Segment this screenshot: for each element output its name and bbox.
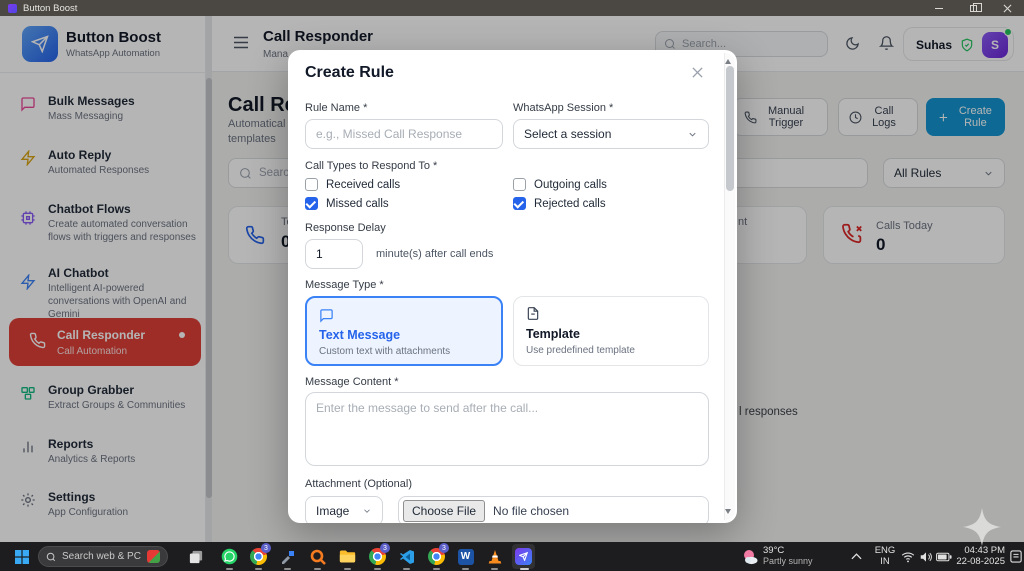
weather-icon[interactable] bbox=[740, 547, 759, 566]
start-button[interactable] bbox=[12, 547, 31, 566]
checkbox-missed-calls[interactable]: Missed calls bbox=[305, 197, 389, 210]
message-content-textarea[interactable] bbox=[305, 392, 709, 466]
rule-name-input[interactable] bbox=[305, 119, 503, 149]
notification-badge: 3 bbox=[439, 543, 449, 553]
window-title: Button Boost bbox=[23, 3, 77, 14]
checkbox-rejected-calls[interactable]: Rejected calls bbox=[513, 197, 606, 210]
file-status: No file chosen bbox=[493, 504, 569, 518]
response-delay-label: Response Delay bbox=[305, 222, 386, 234]
modal-scrollbar-thumb[interactable] bbox=[726, 66, 734, 191]
taskbar-button-boost[interactable] bbox=[514, 547, 533, 566]
whatsapp-icon bbox=[221, 548, 238, 565]
task-view-button[interactable] bbox=[186, 547, 205, 566]
notification-badge: 3 bbox=[261, 543, 271, 553]
session-label: WhatsApp Session * bbox=[513, 102, 613, 114]
checkbox-icon[interactable] bbox=[305, 197, 318, 210]
volume-indicator[interactable] bbox=[916, 547, 935, 566]
checkbox-icon[interactable] bbox=[513, 178, 526, 191]
partly-sunny-icon bbox=[741, 548, 759, 566]
tool-icon bbox=[280, 549, 296, 565]
close-icon bbox=[1003, 4, 1012, 13]
close-icon bbox=[691, 66, 704, 79]
notification-center-button[interactable] bbox=[1006, 547, 1024, 566]
taskbar-vscode[interactable] bbox=[397, 547, 416, 566]
taskbar-word[interactable]: W bbox=[456, 547, 475, 566]
taskbar-vlc[interactable] bbox=[485, 547, 504, 566]
message-type-label: Message Type * bbox=[305, 279, 384, 291]
chevron-up-icon bbox=[851, 553, 862, 560]
checkbox-icon[interactable] bbox=[513, 197, 526, 210]
language-indicator[interactable]: ENG bbox=[872, 545, 898, 556]
rule-name-label: Rule Name * bbox=[305, 102, 367, 114]
taskbar-orange-app[interactable] bbox=[308, 547, 327, 566]
orange-magnifier-icon bbox=[310, 549, 326, 565]
vscode-icon bbox=[399, 549, 415, 565]
wifi-indicator[interactable] bbox=[898, 547, 917, 566]
call-types-label: Call Types to Respond To * bbox=[305, 160, 437, 172]
windows-logo-icon bbox=[15, 550, 29, 564]
taskbar-tool-app[interactable] bbox=[278, 547, 297, 566]
checkbox-received-calls[interactable]: Received calls bbox=[305, 178, 400, 191]
session-select[interactable]: Select a session bbox=[513, 119, 709, 149]
response-delay-input[interactable] bbox=[305, 239, 363, 269]
message-content-label: Message Content * bbox=[305, 376, 399, 388]
taskbar: Search web & PC 3 3 3 W 39°C Partly sunn… bbox=[0, 542, 1024, 571]
task-view-icon bbox=[189, 550, 203, 564]
minimize-button[interactable] bbox=[922, 0, 956, 16]
taskbar-chrome-1[interactable]: 3 bbox=[249, 547, 268, 566]
taskbar-whatsapp-icon[interactable] bbox=[220, 547, 239, 566]
scroll-down-arrow[interactable] bbox=[725, 509, 731, 514]
app-window: Button Boost WhatsApp Automation Bulk Me… bbox=[0, 16, 1024, 542]
file-text-icon bbox=[526, 306, 540, 321]
attachment-label: Attachment (Optional) bbox=[305, 478, 412, 490]
choose-file-button[interactable]: Choose File bbox=[403, 500, 485, 522]
scroll-up-arrow[interactable] bbox=[725, 59, 731, 64]
modal-title: Create Rule bbox=[305, 64, 394, 82]
speaker-icon bbox=[919, 551, 933, 563]
modal-close-button[interactable] bbox=[691, 66, 705, 80]
language-region[interactable]: IN bbox=[872, 556, 898, 567]
chevron-down-icon bbox=[687, 129, 698, 140]
attachment-file-input[interactable]: Choose File No file chosen bbox=[398, 496, 709, 523]
attachment-type-select[interactable]: Image bbox=[305, 496, 383, 523]
button-boost-icon bbox=[515, 548, 532, 565]
wifi-icon bbox=[901, 551, 915, 563]
search-icon bbox=[46, 552, 56, 562]
restore-button[interactable] bbox=[956, 0, 990, 16]
close-window-button[interactable] bbox=[990, 0, 1024, 16]
notification-center-icon bbox=[1010, 550, 1022, 563]
clock-date[interactable]: 22-08-2025 bbox=[948, 556, 1005, 567]
message-type-text-card[interactable]: Text Message Custom text with attachment… bbox=[305, 296, 503, 366]
checkbox-outgoing-calls[interactable]: Outgoing calls bbox=[513, 178, 607, 191]
taskbar-file-explorer[interactable] bbox=[338, 547, 357, 566]
chevron-down-icon bbox=[362, 506, 372, 516]
weather-condition[interactable]: Partly sunny bbox=[763, 556, 813, 567]
taskbar-search[interactable]: Search web & PC bbox=[38, 546, 168, 567]
notification-badge: 3 bbox=[380, 543, 390, 553]
vlc-icon bbox=[487, 549, 503, 564]
taskbar-chrome-2[interactable]: 3 bbox=[368, 547, 387, 566]
message-type-template-card[interactable]: Template Use predefined template bbox=[513, 296, 709, 366]
create-rule-modal: Create Rule Rule Name * WhatsApp Session… bbox=[288, 50, 737, 523]
app-icon bbox=[8, 4, 17, 13]
window-titlebar: Button Boost bbox=[0, 0, 1024, 16]
tray-expand-button[interactable] bbox=[847, 547, 866, 566]
folder-icon bbox=[339, 549, 356, 564]
checkbox-icon[interactable] bbox=[305, 178, 318, 191]
response-delay-suffix: minute(s) after call ends bbox=[376, 248, 493, 260]
chat-bubble-icon bbox=[319, 308, 334, 323]
clock-time[interactable]: 04:43 PM bbox=[955, 545, 1005, 556]
word-icon: W bbox=[458, 549, 474, 565]
search-highlight-app-icon bbox=[147, 550, 160, 563]
weather-temp[interactable]: 39°C bbox=[763, 545, 784, 556]
taskbar-chrome-3[interactable]: 3 bbox=[427, 547, 446, 566]
sparkle-cursor bbox=[963, 508, 1001, 546]
